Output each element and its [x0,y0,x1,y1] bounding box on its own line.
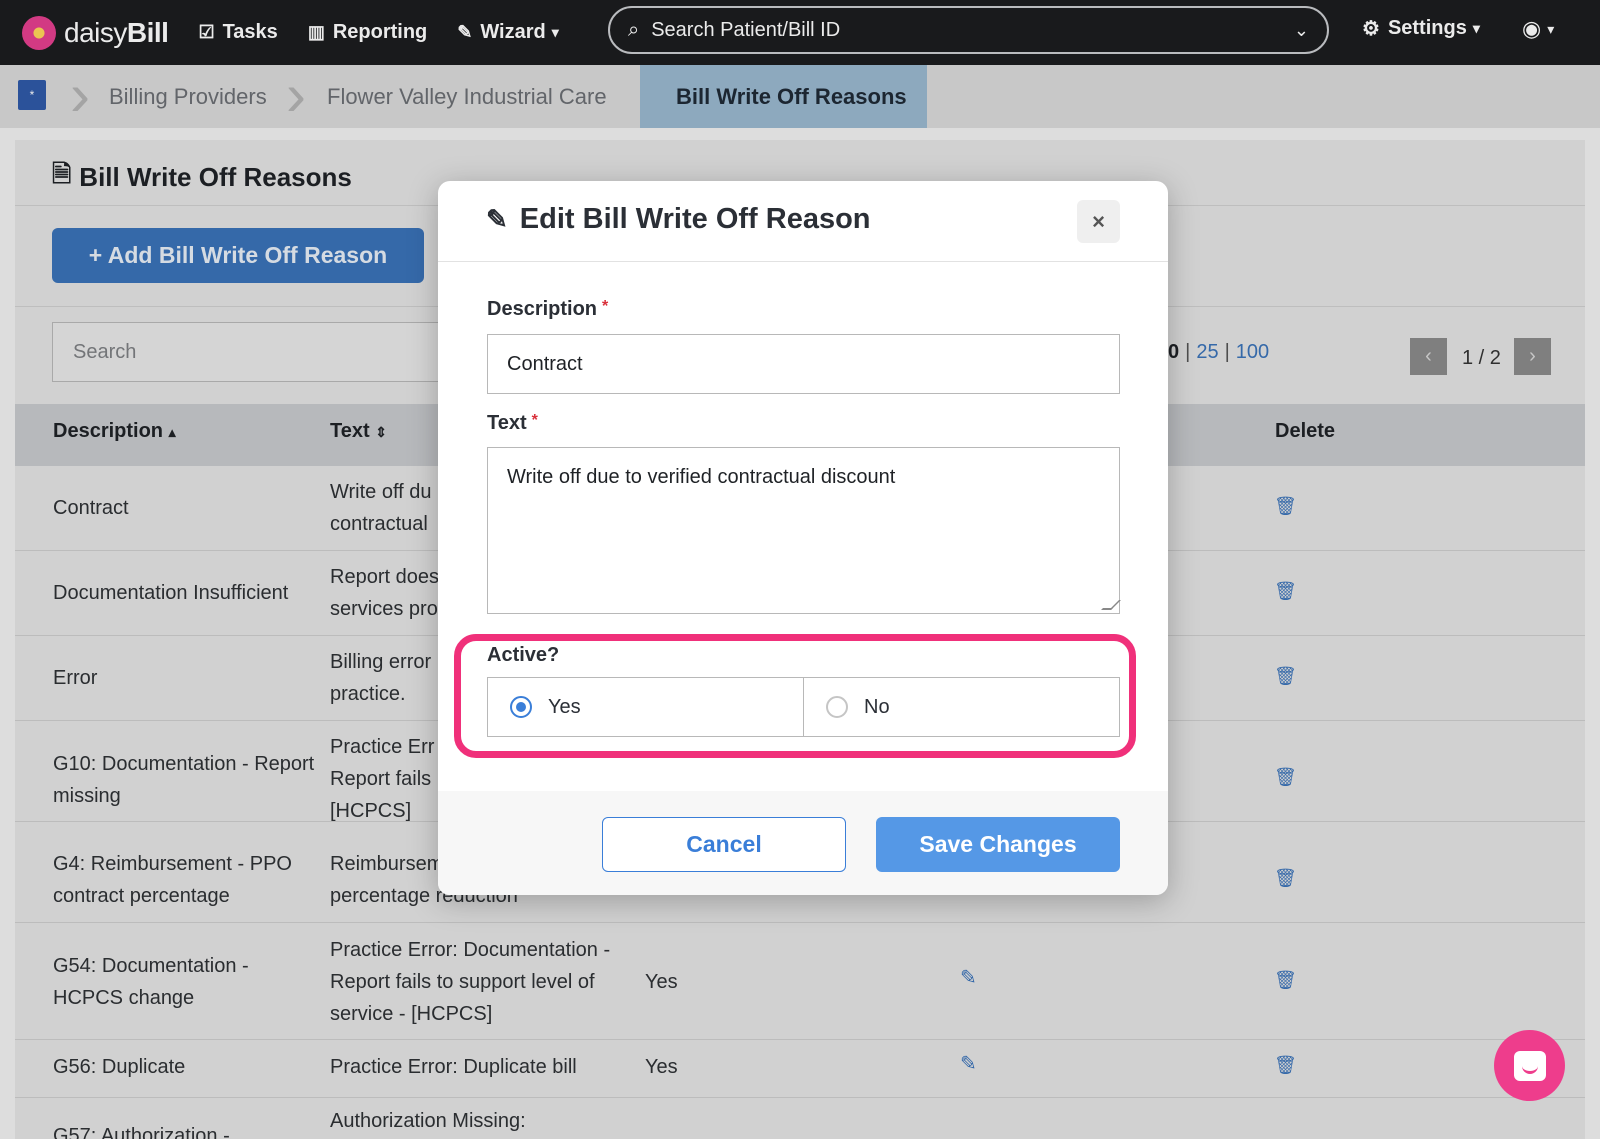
save-changes-button[interactable]: Save Changes [876,817,1120,872]
description-input[interactable]: Contract [487,334,1120,394]
required-mark: * [531,412,538,429]
chat-icon [1513,1050,1546,1081]
text-textarea[interactable]: Write off due to verified contractual di… [487,447,1121,614]
required-mark: * [602,298,609,315]
chat-launcher[interactable] [1494,1030,1565,1101]
resize-handle[interactable] [1101,600,1121,610]
description-label: Description * [487,298,609,320]
edit-write-off-reason-modal: ✎ Edit Bill Write Off Reason × Descripti… [438,181,1168,895]
text-label: Text * [487,412,538,434]
highlight-annotation [454,634,1136,758]
modal-header: ✎ Edit Bill Write Off Reason × [438,181,1168,262]
text-value: Write off due to verified contractual di… [507,466,896,488]
modal-title: ✎ Edit Bill Write Off Reason [486,203,871,235]
close-button[interactable]: × [1077,200,1120,243]
cancel-button[interactable]: Cancel [602,817,846,872]
edit-icon: ✎ [486,204,508,234]
